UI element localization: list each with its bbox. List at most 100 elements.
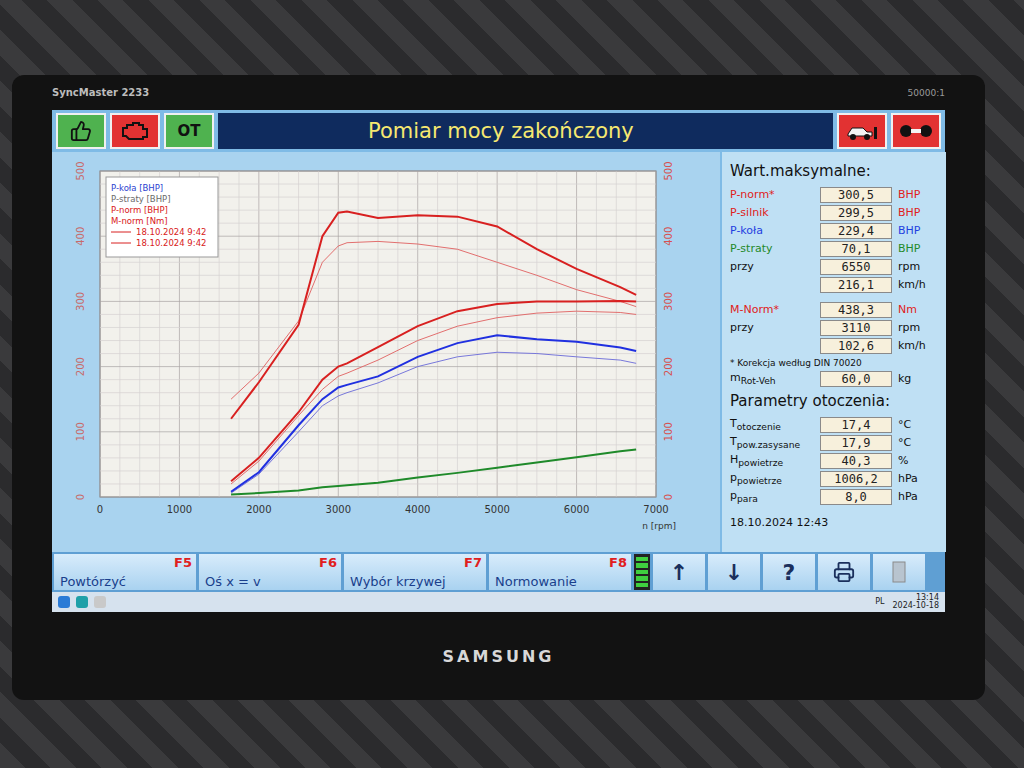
value-unit: km/h: [898, 339, 938, 352]
series-line: [231, 352, 636, 493]
value-box: 60,0: [820, 371, 892, 387]
rollers-button[interactable]: [891, 113, 941, 149]
right-tick: 200: [663, 357, 674, 376]
value-unit: Nm: [898, 303, 938, 316]
value-label: przy: [730, 260, 814, 273]
door-icon: [892, 561, 906, 583]
function-button[interactable]: PowtórzyćF5: [54, 554, 196, 590]
value-row: P-silnik299,5BHP: [730, 204, 938, 221]
function-button[interactable]: NormowanieF8: [489, 554, 631, 590]
max-values-title: Wart.maksymalne:: [730, 162, 938, 180]
browser-icon[interactable]: [76, 596, 88, 608]
top-bar: OTPomiar mocy zakończony: [52, 110, 945, 152]
grid-line: [100, 418, 656, 419]
x-tick: 2000: [246, 504, 271, 515]
grid-line: [477, 171, 478, 497]
value-label: Hpowietrze: [730, 453, 814, 468]
value-label: M-Norm*: [730, 303, 814, 316]
value-unit: hPa: [898, 472, 938, 485]
right-tick: 400: [663, 227, 674, 246]
legend-line: [111, 232, 131, 233]
vehicle-button[interactable]: [837, 113, 887, 149]
print-button[interactable]: [818, 554, 870, 590]
screen: OTPomiar mocy zakończony 0 100 200 300 400 500…: [52, 110, 945, 612]
app-icon[interactable]: [94, 596, 106, 608]
clock-time: 13:14: [916, 594, 939, 602]
meter-segment: [636, 576, 648, 580]
grid-line: [536, 171, 537, 497]
status-title: Pomiar mocy zakończony: [218, 113, 833, 149]
monitor: SyncMaster 223350000:1OTPomiar mocy zako…: [12, 75, 985, 700]
engine-button[interactable]: [110, 113, 160, 149]
language: PL: [875, 598, 884, 606]
left-tick: 400: [75, 227, 86, 246]
value-row: Totoczenie17,4°C: [730, 416, 938, 433]
legend-label: M-norm [Nm]: [111, 216, 168, 226]
chart-panel: 0100200300400500010020030040050001000200…: [52, 152, 720, 552]
grid-line: [100, 171, 656, 172]
legend-label: 18.10.2024 9:42: [136, 238, 206, 248]
rollers-icon: [898, 121, 934, 141]
grid-line: [100, 171, 101, 497]
value-box: 70,1: [820, 241, 892, 257]
grid-line: [100, 314, 656, 315]
series-line: [231, 335, 636, 491]
values-panel: Wart.maksymalne:P-norm*300,5BHPP-silnik2…: [720, 152, 946, 552]
left-tick: 500: [75, 161, 86, 180]
nav-button[interactable]: ?: [763, 554, 815, 590]
ok-button[interactable]: [56, 113, 106, 149]
value-row: M-Norm*438,3Nm: [730, 301, 938, 318]
value-box: 17,9: [820, 435, 892, 451]
printer-icon: [833, 561, 855, 583]
grid-line: [258, 171, 259, 497]
left-tick: 100: [75, 422, 86, 441]
left-tick: 0: [75, 494, 86, 500]
value-label: przy: [730, 321, 814, 334]
legend-label: P-norm [BHP]: [111, 205, 168, 215]
grid-line: [318, 171, 319, 497]
value-label: Totoczenie: [730, 417, 814, 432]
start-icon[interactable]: [58, 596, 70, 608]
grid-line: [100, 470, 656, 471]
value-box: 6550: [820, 259, 892, 275]
value-unit: rpm: [898, 321, 938, 334]
grid-line: [100, 431, 656, 432]
value-box: 40,3: [820, 453, 892, 469]
value-unit: kg: [898, 372, 938, 385]
grid-line: [338, 171, 339, 497]
grid-line: [100, 262, 656, 263]
ot-button[interactable]: OT: [164, 113, 214, 149]
value-unit: rpm: [898, 260, 938, 273]
nav-button[interactable]: ↑: [653, 554, 705, 590]
grid-line: [100, 327, 656, 328]
exit-button[interactable]: [873, 554, 925, 590]
grid-line: [576, 171, 577, 497]
x-tick: 4000: [405, 504, 430, 515]
legend-label: P-straty [BHP]: [111, 194, 171, 204]
clock: 13:142024-10-18: [893, 594, 940, 610]
x-axis-label: n [rpm]: [642, 521, 676, 531]
value-label: ppara: [730, 489, 814, 504]
grid-line: [437, 171, 438, 497]
function-button[interactable]: Oś x = vF6: [199, 554, 341, 590]
series-line: [231, 449, 636, 494]
value-label: P-silnik: [730, 206, 814, 219]
left-tick: 300: [75, 292, 86, 311]
value-box: 102,6: [820, 338, 892, 354]
function-button[interactable]: Wybór krzywejF7: [344, 554, 486, 590]
grid-line: [457, 171, 458, 497]
value-label: P-straty: [730, 242, 814, 255]
value-label: Tpow.zasysane: [730, 435, 814, 450]
photo-background: SyncMaster 223350000:1OTPomiar mocy zako…: [0, 0, 1024, 768]
grid-line: [100, 275, 656, 276]
model-label: SyncMaster 2233: [52, 87, 149, 98]
value-unit: hPa: [898, 490, 938, 503]
grid-line: [100, 392, 656, 393]
power-chart: 0100200300400500010020030040050001000200…: [56, 157, 716, 547]
value-box: 299,5: [820, 205, 892, 221]
value-label: ppowietrze: [730, 471, 814, 486]
grid-line: [100, 379, 656, 380]
x-tick: 3000: [326, 504, 351, 515]
value-box: 229,4: [820, 223, 892, 239]
nav-button[interactable]: ↓: [708, 554, 760, 590]
